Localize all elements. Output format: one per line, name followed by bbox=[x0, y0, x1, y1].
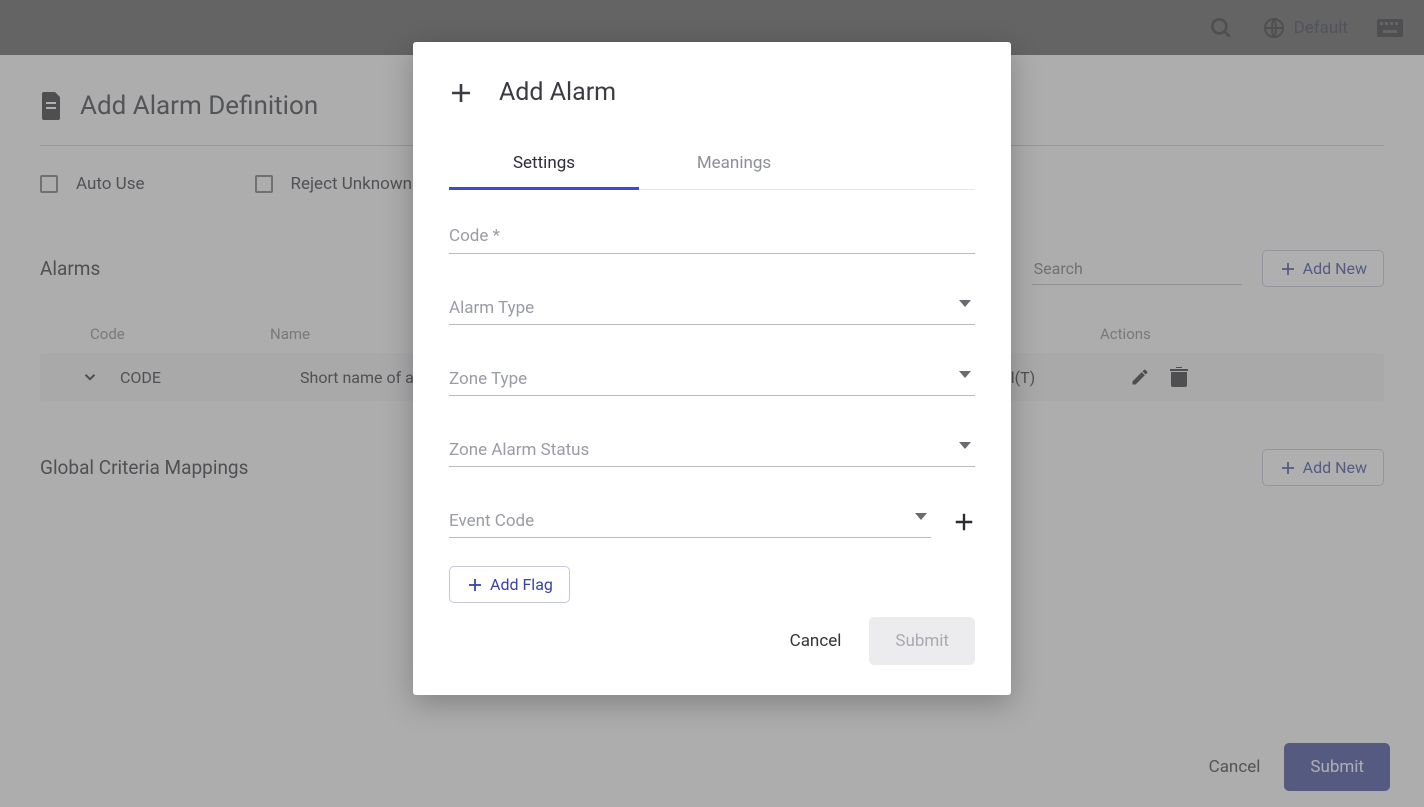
zone-alarm-status-field[interactable]: Zone Alarm Status bbox=[449, 434, 975, 467]
add-alarm-modal: Add Alarm Settings Meanings Code * Alarm… bbox=[413, 42, 1011, 695]
alarm-type-select[interactable]: Alarm Type bbox=[449, 292, 975, 325]
zone-type-field[interactable]: Zone Type bbox=[449, 363, 975, 396]
tab-settings[interactable]: Settings bbox=[449, 139, 639, 190]
zone-type-select[interactable]: Zone Type bbox=[449, 363, 975, 396]
event-code-select[interactable]: Event Code bbox=[449, 505, 931, 538]
modal-submit-button: Submit bbox=[869, 617, 975, 665]
add-flag-button[interactable]: Add Flag bbox=[449, 566, 570, 603]
zone-alarm-status-select[interactable]: Zone Alarm Status bbox=[449, 434, 975, 467]
modal-tabs: Settings Meanings bbox=[449, 139, 975, 190]
tab-meanings[interactable]: Meanings bbox=[639, 139, 829, 189]
plus-icon bbox=[449, 81, 473, 105]
code-field[interactable]: Code * bbox=[449, 222, 975, 254]
add-event-code-icon[interactable] bbox=[953, 511, 975, 533]
modal-title: Add Alarm bbox=[499, 78, 616, 107]
alarm-type-field[interactable]: Alarm Type bbox=[449, 292, 975, 325]
code-input[interactable] bbox=[449, 222, 975, 254]
event-code-field[interactable]: Event Code bbox=[449, 505, 931, 538]
modal-cancel-button[interactable]: Cancel bbox=[790, 631, 842, 651]
